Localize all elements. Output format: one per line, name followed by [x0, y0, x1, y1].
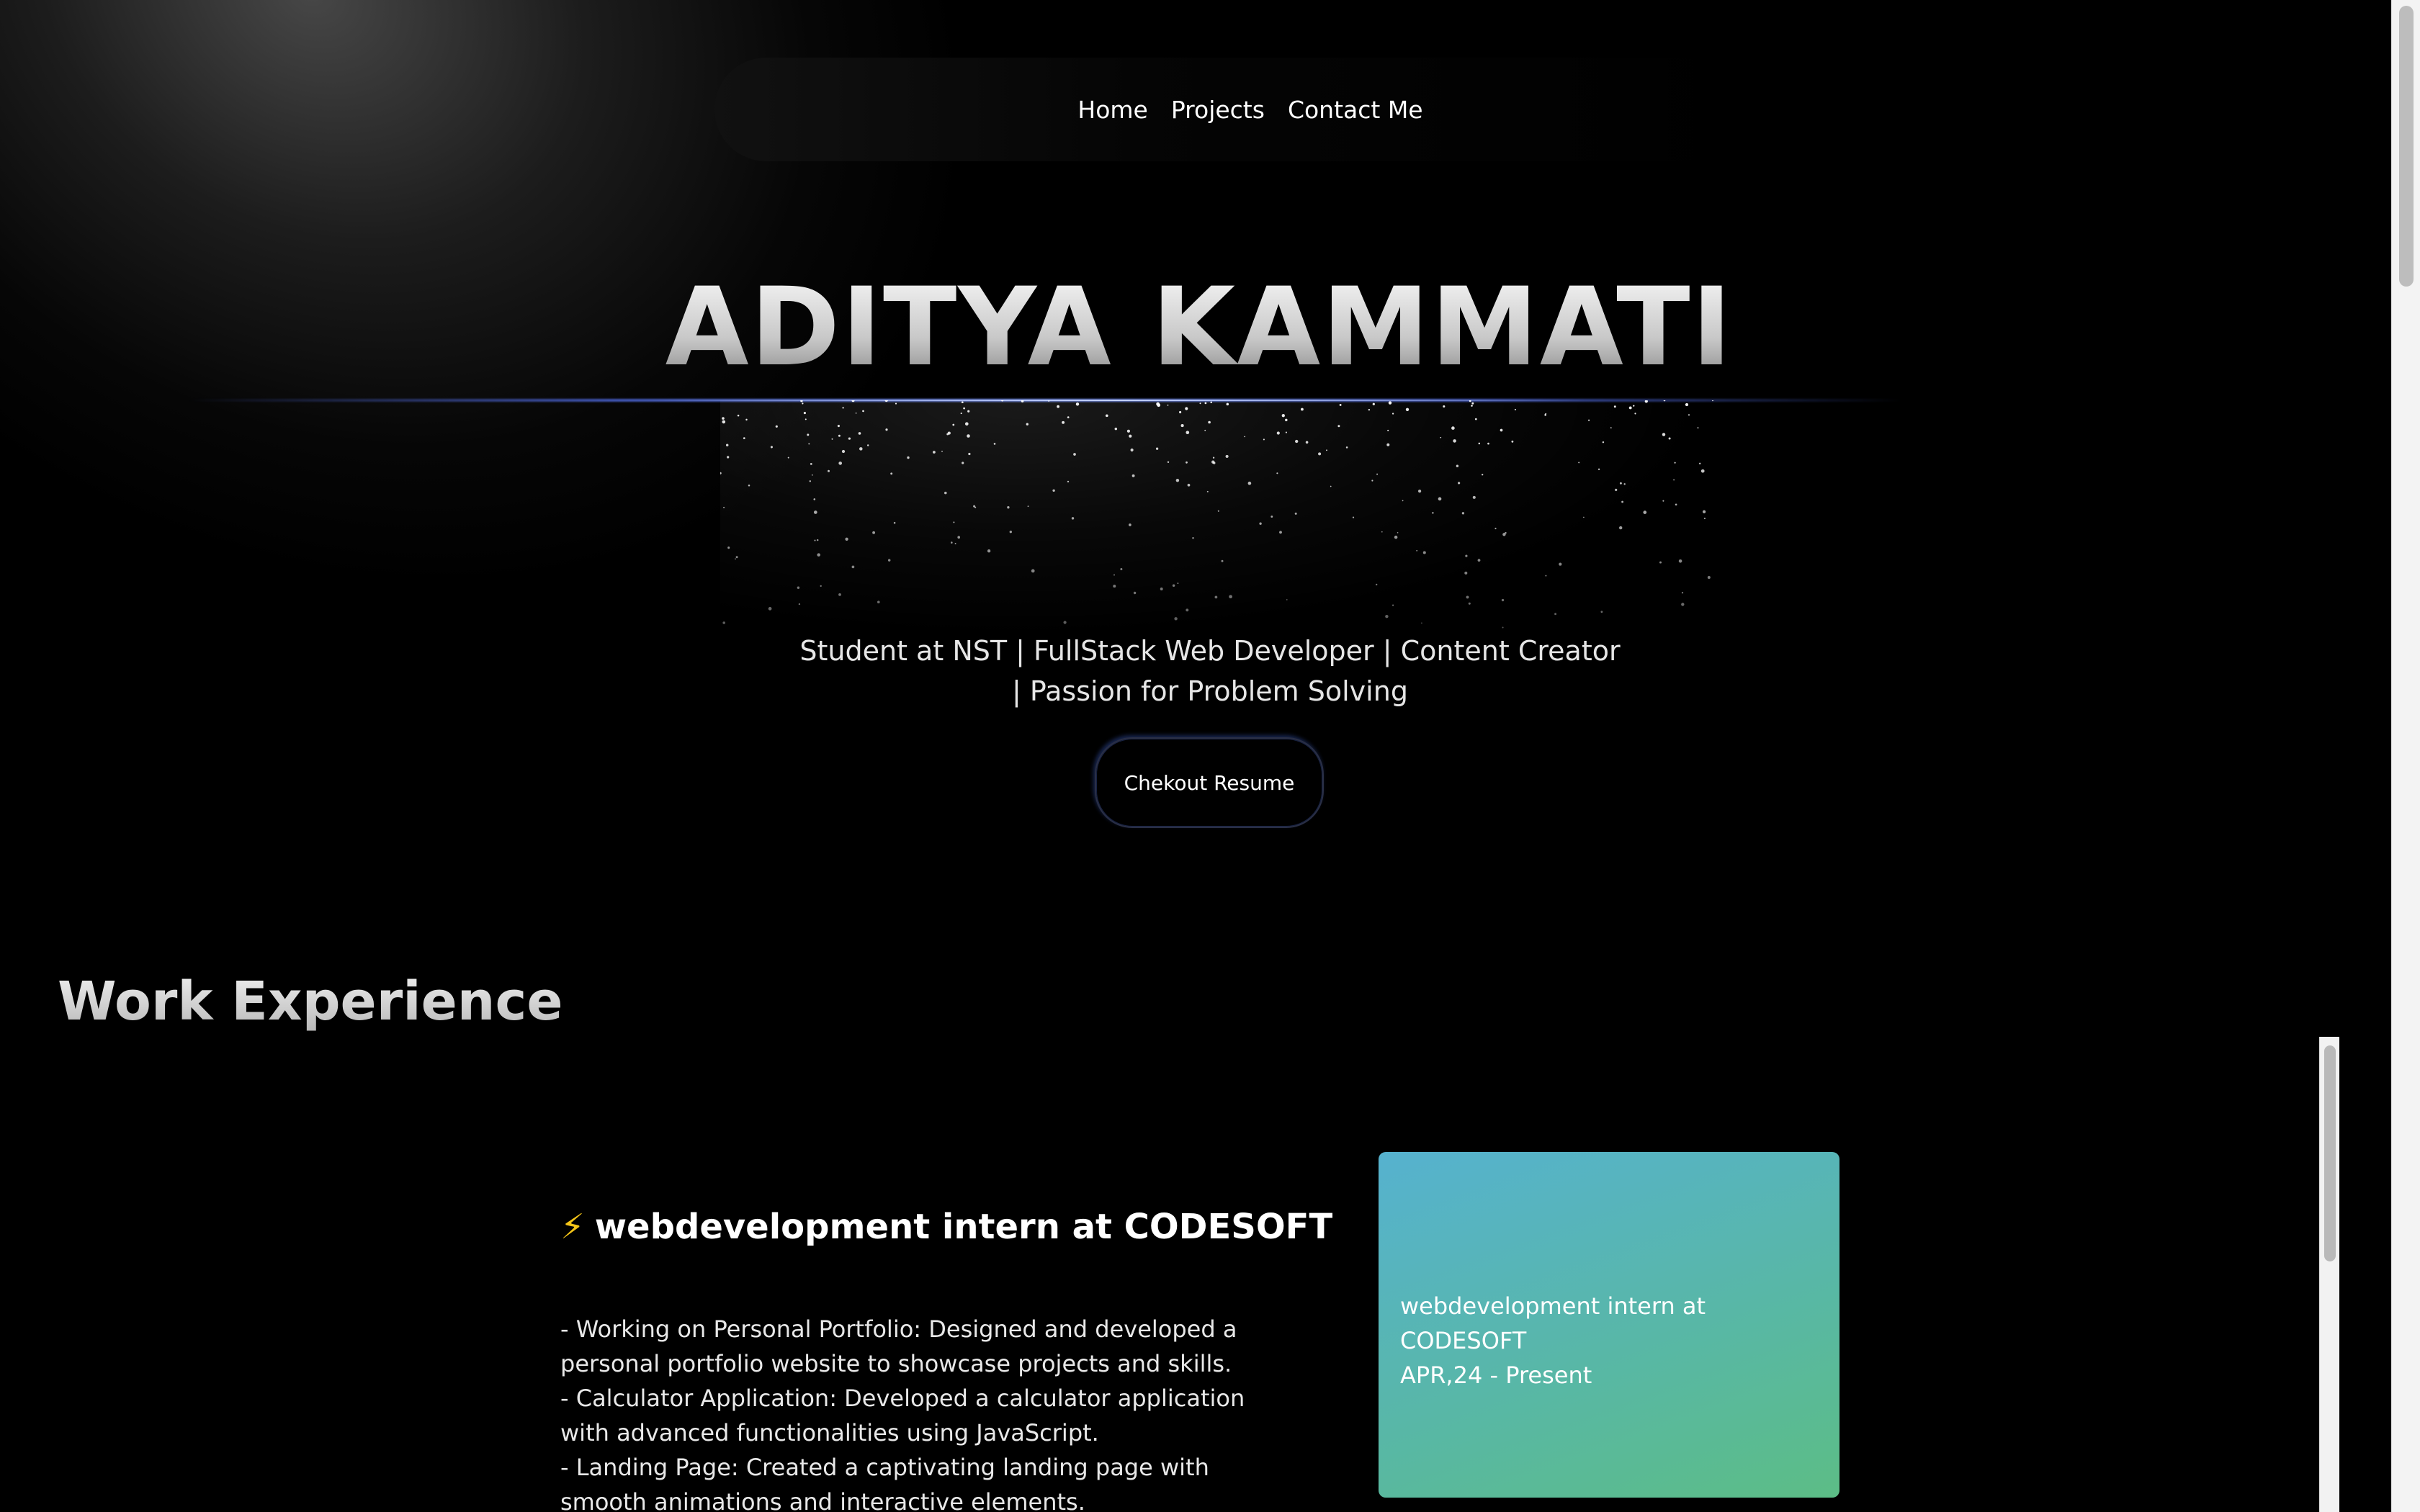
hero-name: ADITYA KAMMATI — [0, 274, 2398, 382]
page: Home Projects Contact Me ADITYA KAMMATI … — [0, 0, 2420, 1512]
top-nav: Home Projects Contact Me — [714, 58, 1757, 161]
resume-button[interactable]: Chekout Resume — [1095, 737, 1324, 828]
hero-subtitle-line1: Student at NST | FullStack Web Developer… — [799, 635, 1621, 667]
page-scrollbar-thumb[interactable] — [2399, 6, 2414, 287]
experience-description: - Working on Personal Portfolio: Designe… — [560, 1312, 1281, 1512]
experience-title-text: webdevelopment intern at CODESOFT — [594, 1207, 1333, 1247]
hero-subtitle: Student at NST | FullStack Web Developer… — [792, 631, 1628, 711]
experience-bullet: - Calculator Application: Developed a ca… — [560, 1385, 1245, 1446]
nav-contact-link[interactable]: Contact Me — [1288, 96, 1423, 124]
lightning-icon: ⚡ — [560, 1207, 585, 1247]
work-experience-title: Work Experience — [58, 971, 563, 1032]
sparkles-field — [720, 400, 1714, 638]
page-scrollbar[interactable] — [2391, 0, 2420, 1512]
section-scrollbar[interactable] — [2319, 1037, 2339, 1512]
experience-card-title: webdevelopment intern at CODESOFT — [1400, 1292, 1706, 1354]
sparkles-svg — [720, 400, 1713, 629]
experience-card: webdevelopment intern at CODESOFT APR,24… — [1379, 1152, 1839, 1498]
experience-title: ⚡ webdevelopment intern at CODESOFT — [560, 1207, 1332, 1247]
nav-projects-link[interactable]: Projects — [1171, 96, 1265, 124]
experience-bullet: - Landing Page: Created a captivating la… — [560, 1454, 1209, 1512]
experience-bullet: - Working on Personal Portfolio: Designe… — [560, 1315, 1237, 1377]
nav-home-link[interactable]: Home — [1077, 96, 1147, 124]
section-scrollbar-thumb[interactable] — [2324, 1045, 2336, 1261]
experience-card-period: APR,24 - Present — [1400, 1362, 1592, 1389]
hero-subtitle-line2: | Passion for Problem Solving — [1012, 675, 1408, 707]
